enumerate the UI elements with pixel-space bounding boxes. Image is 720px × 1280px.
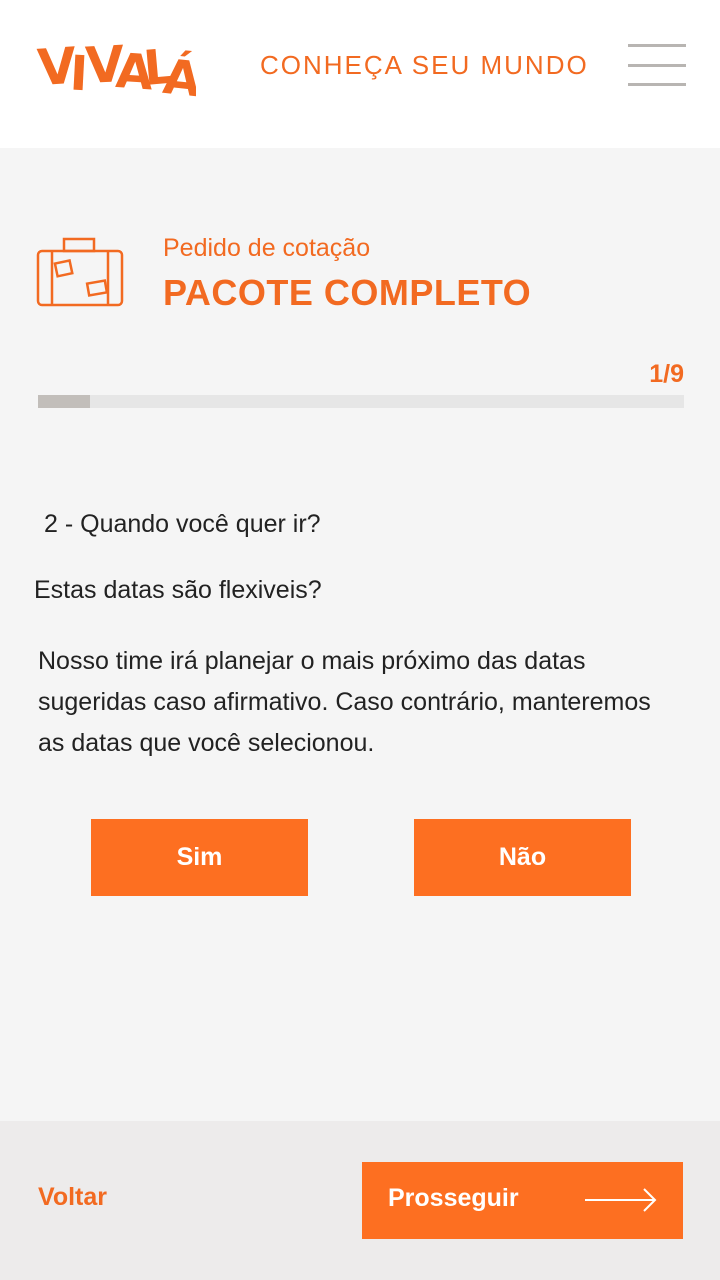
progress-fill: [38, 395, 90, 408]
question-text: 2 - Quando você quer ir?: [44, 510, 321, 538]
no-button[interactable]: Não: [414, 819, 631, 896]
page-title: PACOTE COMPLETO: [163, 272, 532, 313]
arrow-right-icon: [584, 1187, 658, 1213]
footer: Voltar Prosseguir: [0, 1121, 720, 1280]
menu-line: [628, 83, 686, 86]
question-description: Nosso time irá planejar o mais próximo d…: [38, 647, 651, 757]
menu-line: [628, 44, 686, 47]
sub-question-text: Estas datas são flexiveis?: [34, 576, 322, 604]
continue-button[interactable]: Prosseguir: [362, 1162, 683, 1239]
suitcase-icon: [36, 236, 126, 308]
yes-button[interactable]: Sim: [91, 819, 308, 896]
back-button[interactable]: Voltar: [38, 1183, 107, 1212]
continue-button-label: Prosseguir: [388, 1184, 519, 1212]
tagline: CONHEÇA SEU MUNDO: [260, 50, 589, 80]
vivala-logo[interactable]: V I V A L Á: [36, 22, 204, 108]
header: V I V A L Á CONHEÇA SEU MUNDO: [0, 0, 720, 148]
progress-counter: 1/9: [649, 360, 684, 388]
svg-text:Á: Á: [161, 48, 196, 108]
hamburger-menu-icon[interactable]: [626, 40, 688, 92]
progress-bar: [38, 395, 684, 408]
menu-line: [628, 64, 686, 67]
quote-subtitle: Pedido de cotação: [163, 234, 371, 262]
